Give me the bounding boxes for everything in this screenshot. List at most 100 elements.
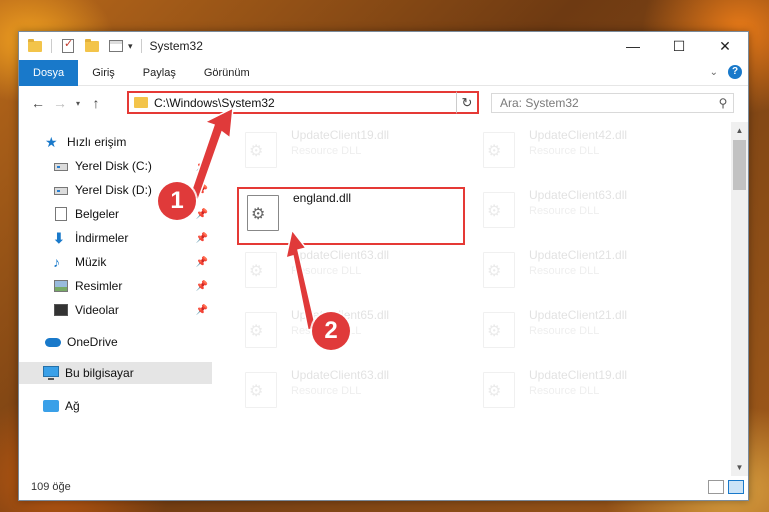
- drive-icon: [53, 182, 69, 198]
- annotation-marker-2: 2: [312, 312, 350, 350]
- folder-icon[interactable]: [27, 38, 43, 54]
- search-input[interactable]: [500, 96, 713, 110]
- file-item[interactable]: UpdateClient19.dll Resource DLL: [237, 122, 465, 178]
- address-path[interactable]: C:\Windows\System32: [154, 96, 459, 110]
- pin-icon[interactable]: 📌: [196, 305, 208, 316]
- new-folder-icon[interactable]: [84, 38, 100, 54]
- sidebar-item-label: Yerel Disk (C:): [75, 159, 152, 173]
- sidebar-item-label: İndirmeler: [75, 231, 129, 245]
- file-item[interactable]: UpdateClient21.dll Resource DLL: [475, 302, 703, 358]
- file-type: Resource DLL: [291, 385, 362, 397]
- file-item[interactable]: UpdateClient63.dll Resource DLL: [475, 182, 703, 238]
- file-type: Resource DLL: [529, 385, 600, 397]
- sidebar-item-label: Müzik: [75, 255, 107, 269]
- tab-file[interactable]: Dosya: [19, 59, 79, 86]
- dll-file-icon: [483, 372, 515, 408]
- file-item-england-dll[interactable]: england.dll: [237, 187, 465, 245]
- sidebar-item-label: Ağ: [65, 399, 80, 413]
- dll-file-icon: [245, 372, 277, 408]
- tab-home[interactable]: Giriş: [78, 60, 129, 86]
- chevron-down-icon[interactable]: ▾: [128, 41, 133, 52]
- file-item[interactable]: UpdateClient63.dll Resource DLL: [237, 362, 465, 418]
- forward-arrow-icon[interactable]: →: [49, 95, 71, 111]
- close-button[interactable]: ✕: [702, 32, 748, 60]
- pin-icon[interactable]: 📌: [196, 185, 208, 196]
- vertical-scrollbar[interactable]: ▲ ▼: [731, 122, 748, 476]
- file-item[interactable]: UpdateClient19.dll Resource DLL: [475, 362, 703, 418]
- properties-check-icon[interactable]: [60, 37, 76, 54]
- sidebar-item-onedrive[interactable]: OneDrive: [19, 331, 212, 353]
- sidebar-item-pictures[interactable]: Resimler 📌: [19, 275, 212, 297]
- file-name: UpdateClient63.dll: [529, 188, 628, 202]
- view-toggle: [708, 480, 744, 494]
- dll-file-icon: [483, 312, 515, 348]
- item-count: 109 öğe: [31, 481, 71, 493]
- pin-icon[interactable]: 📌: [196, 281, 208, 292]
- back-arrow-icon[interactable]: ←: [27, 95, 49, 111]
- folder-icon: [134, 97, 148, 108]
- sidebar-item-label: Belgeler: [75, 207, 120, 221]
- navigation-pane: ★ Hızlı erişim Yerel Disk (C:) 📌 Yerel D…: [19, 122, 212, 474]
- sidebar-item-this-pc[interactable]: Bu bilgisayar: [19, 362, 212, 384]
- sidebar-item-label: Bu bilgisayar: [65, 366, 134, 380]
- file-type: Resource DLL: [291, 265, 362, 277]
- documents-icon: [53, 206, 69, 222]
- details-view-icon[interactable]: [708, 480, 724, 494]
- file-type: Resource DLL: [529, 145, 600, 157]
- window-controls: — ☐ ✕: [610, 32, 748, 60]
- file-item[interactable]: UpdateClient63.dll Resource DLL: [237, 242, 465, 298]
- drive-icon: [53, 158, 69, 174]
- sidebar-item-label: Videolar: [75, 303, 119, 317]
- onedrive-icon: [45, 334, 61, 350]
- pin-icon[interactable]: 📌: [196, 233, 208, 244]
- sidebar-item-quick-access[interactable]: ★ Hızlı erişim: [19, 131, 212, 153]
- this-pc-icon: [43, 365, 59, 381]
- file-name: england.dll: [293, 191, 352, 205]
- file-name: UpdateClient42.dll: [529, 128, 628, 142]
- scrollbar-thumb[interactable]: [733, 140, 746, 190]
- dll-file-icon: [247, 195, 279, 231]
- file-item[interactable]: england.dll: [239, 189, 467, 245]
- sidebar-item-label: Hızlı erişim: [67, 135, 127, 149]
- sidebar-item-videos[interactable]: Videolar 📌: [19, 299, 212, 321]
- dll-file-icon: [483, 132, 515, 168]
- scroll-up-icon[interactable]: ▲: [731, 122, 748, 139]
- refresh-icon[interactable]: ↻: [456, 91, 479, 114]
- music-icon: ♪: [53, 254, 60, 270]
- search-icon[interactable]: ⚲: [713, 96, 733, 110]
- file-name: UpdateClient21.dll: [529, 248, 628, 262]
- videos-icon: [53, 302, 69, 318]
- file-item[interactable]: UpdateClient21.dll Resource DLL: [475, 242, 703, 298]
- tab-view[interactable]: Görünüm: [190, 60, 264, 86]
- up-arrow-icon[interactable]: ↑: [85, 95, 107, 111]
- large-icons-view-icon[interactable]: [728, 480, 744, 494]
- pictures-icon: [53, 278, 69, 294]
- dll-file-icon: [245, 312, 277, 348]
- properties-icon[interactable]: [108, 38, 124, 54]
- sidebar-item-local-disk-c[interactable]: Yerel Disk (C:) 📌: [19, 155, 212, 177]
- pin-icon[interactable]: 📌: [196, 161, 208, 172]
- window-title: System32: [149, 39, 203, 53]
- file-item[interactable]: UpdateClient65.dllResource DLL: [237, 302, 465, 358]
- file-name: UpdateClient63.dll: [291, 368, 390, 382]
- file-item[interactable]: UpdateClient42.dll Resource DLL: [475, 122, 703, 178]
- dll-file-icon: [245, 132, 277, 168]
- sidebar-item-downloads[interactable]: ⬇ İndirmeler 📌: [19, 227, 212, 249]
- help-icon[interactable]: ?: [728, 65, 742, 79]
- maximize-button[interactable]: ☐: [656, 32, 702, 60]
- pin-icon[interactable]: 📌: [196, 257, 208, 268]
- recent-locations-chevron-icon[interactable]: ▾: [71, 99, 85, 108]
- explorer-window: ▾ System32 — ☐ ✕ Dosya Giriş Paylaş Görü…: [18, 31, 749, 501]
- search-box[interactable]: ⚲: [491, 93, 734, 113]
- sidebar-item-music[interactable]: ♪ Müzik 📌: [19, 251, 212, 273]
- file-name: UpdateClient21.dll: [529, 308, 628, 322]
- address-bar[interactable]: C:\Windows\System32 ⌄: [127, 91, 479, 114]
- sidebar-item-network[interactable]: Ağ: [19, 395, 212, 417]
- pin-icon[interactable]: 📌: [196, 209, 208, 220]
- minimize-button[interactable]: —: [610, 32, 656, 60]
- divider: [51, 39, 52, 53]
- expand-ribbon-icon[interactable]: ⌄: [710, 67, 718, 78]
- file-name: UpdateClient19.dll: [529, 368, 628, 382]
- sidebar-item-label: Yerel Disk (D:): [75, 183, 152, 197]
- tab-share[interactable]: Paylaş: [129, 60, 190, 86]
